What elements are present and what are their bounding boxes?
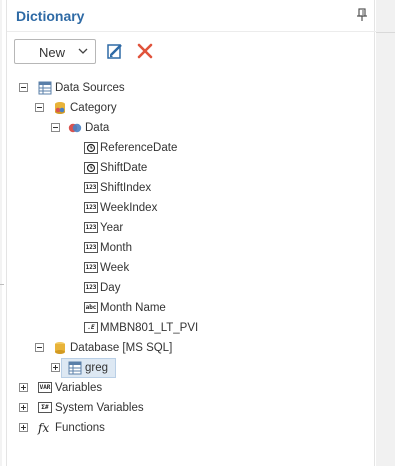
- field-label: MMBN801_LT_PVI: [100, 322, 199, 334]
- tree-node-label: System Variables: [55, 402, 144, 414]
- tree-field-row[interactable]: abc Month Name: [7, 298, 376, 318]
- tree-field-row[interactable]: 123 Day: [7, 278, 376, 298]
- field-label: Day: [100, 282, 121, 294]
- svg-text:fx: fx: [37, 421, 49, 435]
- right-panel-divider: [376, 32, 395, 33]
- field-label: ShiftIndex: [100, 182, 152, 194]
- collapse-toggle[interactable]: [51, 123, 60, 132]
- system-variables-icon: Σ#: [38, 402, 52, 413]
- left-edge: [0, 0, 2, 466]
- tree-node-label: Data Sources: [55, 82, 125, 94]
- right-side-panel: [376, 0, 395, 466]
- datetime-field-icon: [84, 142, 98, 154]
- tree-field-row[interactable]: 123 Week: [7, 258, 376, 278]
- field-label: ShiftDate: [100, 162, 148, 174]
- expand-toggle[interactable]: [51, 363, 60, 372]
- tree-node-system-variables[interactable]: Σ# System Variables: [7, 398, 376, 418]
- tree-node-label: Functions: [55, 422, 105, 434]
- splitter-handle[interactable]: [0, 284, 4, 285]
- new-dropdown[interactable]: New: [14, 39, 96, 64]
- dictionary-panel: Dictionary New Data Sources Category Dat…: [6, 0, 376, 466]
- edit-button[interactable]: [106, 42, 124, 60]
- tree-node-variables[interactable]: VAR Variables: [7, 378, 376, 398]
- tree-node-functions[interactable]: fx Functions: [7, 418, 376, 438]
- field-label: Year: [100, 222, 124, 234]
- tree-node-label: Variables: [55, 382, 103, 394]
- tree-field-row[interactable]: ShiftDate: [7, 158, 376, 178]
- table-icon: [68, 361, 82, 375]
- tree-field-row[interactable]: 123 Month: [7, 238, 376, 258]
- panel-title: Dictionary: [16, 8, 85, 24]
- integer-field-icon: 123: [84, 262, 98, 273]
- tree-field-row[interactable]: ReferenceDate: [7, 138, 376, 158]
- function-icon: fx: [37, 421, 49, 435]
- expand-toggle[interactable]: [19, 403, 28, 412]
- field-label: Month Name: [100, 302, 166, 314]
- tree-node-label: Category: [70, 102, 117, 114]
- integer-field-icon: 123: [84, 202, 98, 213]
- tree-field-row[interactable]: 123 Year: [7, 218, 376, 238]
- relation-icon: [68, 123, 82, 133]
- collapse-toggle[interactable]: [35, 343, 44, 352]
- tree-node-label: greg: [85, 362, 109, 374]
- tree-field-row[interactable]: .E MMBN801_LT_PVI: [7, 318, 376, 338]
- toolbar: New: [7, 38, 376, 66]
- tree-node-category[interactable]: Category: [7, 98, 376, 118]
- tree-field-row[interactable]: 123 WeekIndex: [7, 198, 376, 218]
- tree-node-database[interactable]: Database [MS SQL]: [7, 338, 376, 358]
- database-icon: [55, 342, 65, 354]
- integer-field-icon: 123: [84, 242, 98, 253]
- field-label: Week: [100, 262, 130, 274]
- delete-button[interactable]: [136, 42, 154, 60]
- new-dropdown-label: New: [39, 45, 66, 60]
- tree-node-data-sources[interactable]: Data Sources: [7, 78, 376, 98]
- data-sources-icon: [38, 81, 52, 95]
- integer-field-icon: 123: [84, 182, 98, 193]
- field-label: Month: [100, 242, 132, 254]
- database-relation-icon: [55, 102, 65, 114]
- tree-node-greg[interactable]: greg: [7, 358, 376, 378]
- chevron-down-icon: [78, 48, 88, 54]
- tree-node-data[interactable]: Data: [7, 118, 376, 138]
- expand-toggle[interactable]: [19, 423, 28, 432]
- variables-icon: VAR: [38, 382, 52, 393]
- field-label: ReferenceDate: [100, 142, 178, 154]
- collapse-toggle[interactable]: [35, 103, 44, 112]
- expression-field-icon: .E: [84, 322, 98, 333]
- tree-field-row[interactable]: 123 ShiftIndex: [7, 178, 376, 198]
- integer-field-icon: 123: [84, 282, 98, 293]
- datetime-field-icon: [84, 162, 98, 174]
- field-label: WeekIndex: [100, 202, 158, 214]
- string-field-icon: abc: [84, 302, 98, 313]
- tree-node-label: Database [MS SQL]: [70, 342, 173, 354]
- expand-toggle[interactable]: [19, 383, 28, 392]
- pin-icon[interactable]: [356, 7, 368, 23]
- integer-field-icon: 123: [84, 222, 98, 233]
- collapse-toggle[interactable]: [19, 83, 28, 92]
- panel-header: Dictionary: [7, 0, 376, 32]
- tree-node-label: Data: [85, 122, 110, 134]
